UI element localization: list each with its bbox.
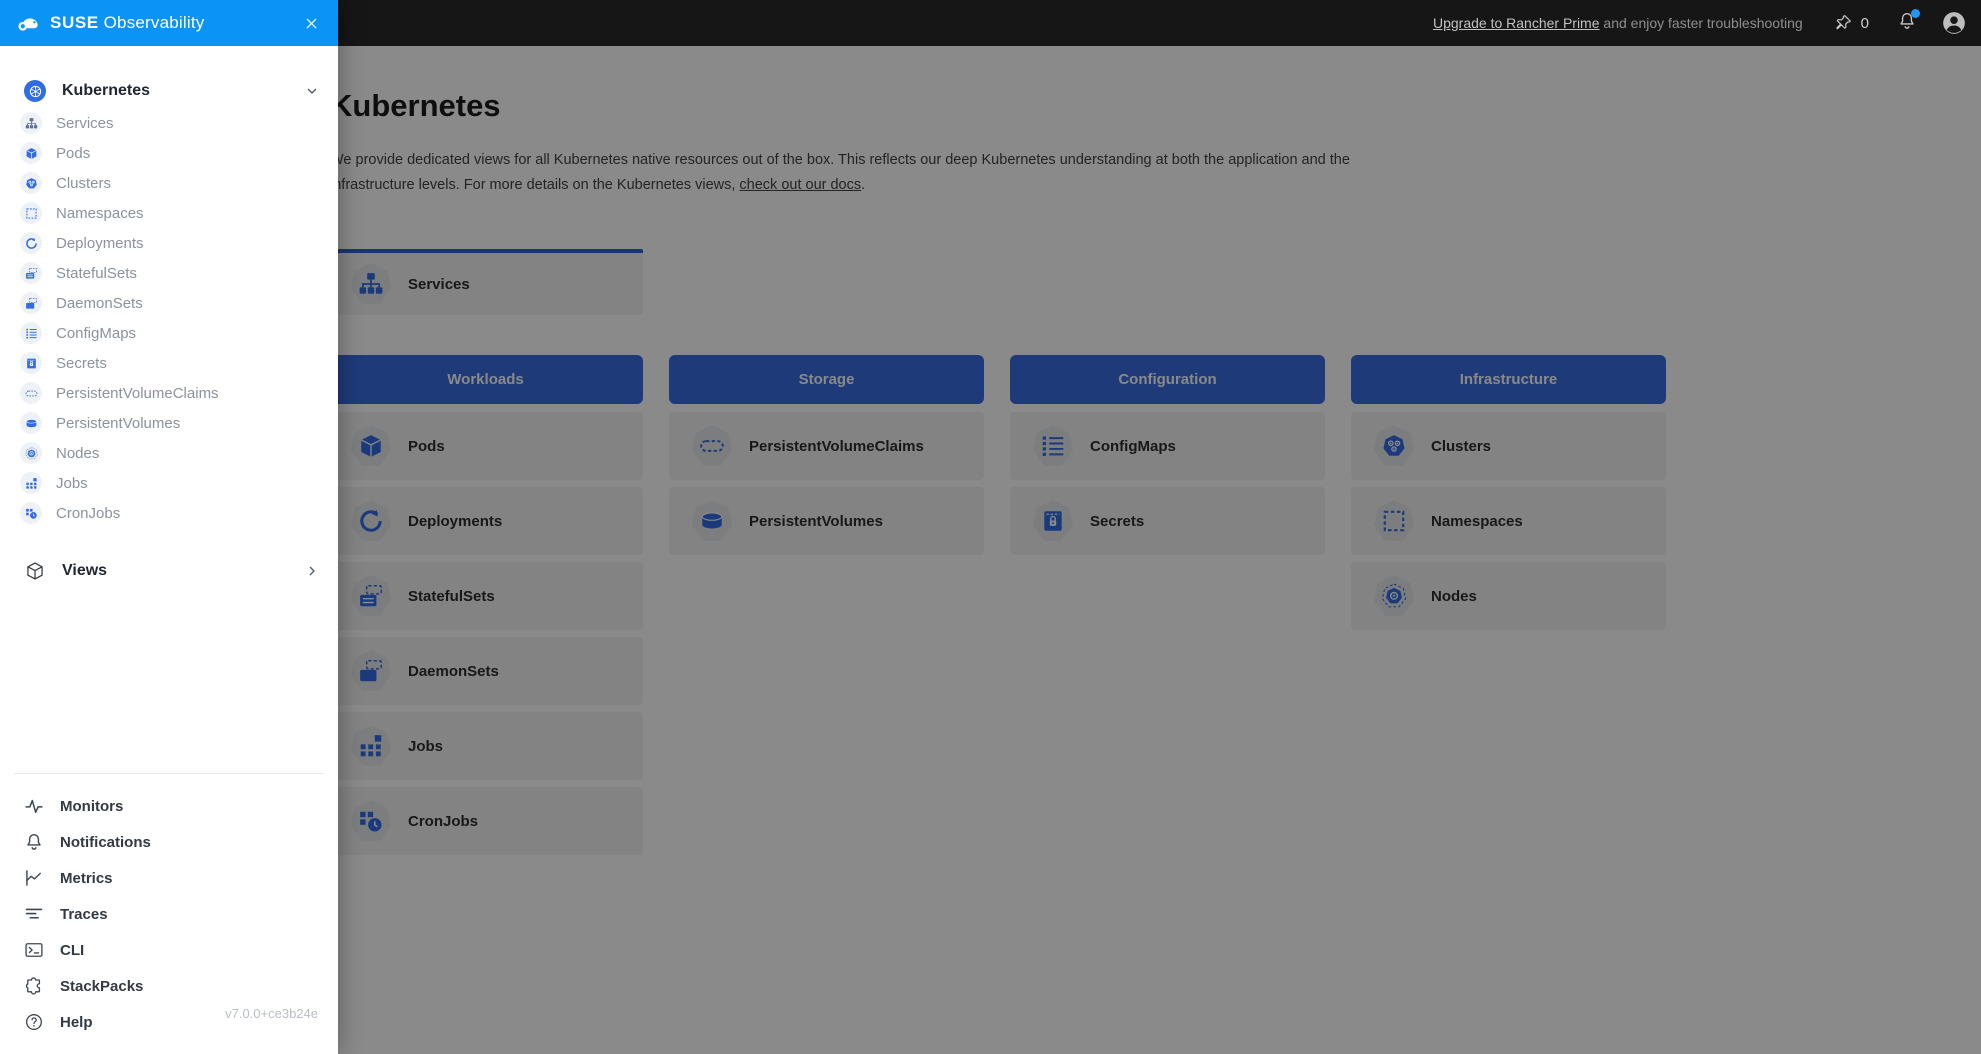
upgrade-rancher-prime-link[interactable]: Upgrade to Rancher Prime — [1433, 15, 1600, 31]
pin-icon[interactable] — [1833, 13, 1853, 33]
close-drawer-icon[interactable] — [303, 15, 320, 32]
sidebar-item-persistentvolumeclaims[interactable]: PersistentVolumeClaims — [0, 378, 338, 408]
metrics-icon — [24, 868, 44, 888]
sidebar-item-pods[interactable]: Pods — [0, 138, 338, 168]
sidebar-item-traces[interactable]: Traces — [0, 896, 338, 932]
sidebar-item-monitors[interactable]: Monitors — [0, 788, 338, 824]
sidebar-item-metrics[interactable]: Metrics — [0, 860, 338, 896]
chevron-right-icon[interactable] — [304, 563, 320, 579]
sidebar-item-label: Monitors — [60, 798, 123, 815]
sidebar-item-label: CLI — [60, 942, 84, 959]
upgrade-message: Upgrade to Rancher Prime and enjoy faste… — [1433, 15, 1803, 31]
sidebar-views-label: Views — [62, 562, 107, 580]
version-label: v7.0.0+ce3b24e — [225, 1006, 318, 1021]
navigation-drawer: SUSE Observability Kubernetes Services Po… — [0, 0, 338, 1054]
sidebar-item-stackpacks[interactable]: StackPacks — [0, 968, 338, 1004]
stackpacks-icon — [24, 976, 44, 996]
sidebar-item-namespaces[interactable]: Namespaces — [0, 198, 338, 228]
sidebar-item-label: ConfigMaps — [56, 325, 136, 342]
cli-icon — [24, 940, 44, 960]
sidebar-item-label: StatefulSets — [56, 265, 137, 282]
deployments-icon — [20, 232, 42, 254]
views-icon — [24, 561, 46, 581]
brand-title: SUSE Observability — [50, 13, 204, 33]
sidebar-item-persistentvolumes[interactable]: PersistentVolumes — [0, 408, 338, 438]
sidebar-item-label: StackPacks — [60, 978, 143, 995]
sidebar-item-label: Services — [56, 115, 114, 132]
sidebar-item-views[interactable]: Views — [0, 554, 338, 588]
sidebar-item-statefulsets[interactable]: StatefulSets — [0, 258, 338, 288]
upgrade-message-rest: and enjoy faster troubleshooting — [1600, 15, 1803, 31]
sidebar-item-label: PersistentVolumeClaims — [56, 385, 219, 402]
sidebar-item-label: Namespaces — [56, 205, 144, 222]
drawer-body: Kubernetes Services Pods Clusters Namespace… — [0, 46, 338, 1054]
monitors-icon — [24, 796, 44, 816]
sidebar-item-label: Traces — [60, 906, 108, 923]
sidebar-item-services[interactable]: Services — [0, 108, 338, 138]
sidebar-item-kubernetes[interactable]: Kubernetes — [0, 74, 338, 108]
sidebar-item-notifications[interactable]: Notifications — [0, 824, 338, 860]
brand-observability: Observability — [99, 13, 205, 32]
drawer-header: SUSE Observability — [0, 0, 338, 46]
sidebar-kubernetes-label: Kubernetes — [62, 82, 150, 100]
notifications-icon — [24, 832, 44, 852]
secrets-icon — [20, 352, 42, 374]
namespaces-icon — [20, 202, 42, 224]
sidebar-item-label: Pods — [56, 145, 90, 162]
sidebar-item-configmaps[interactable]: ConfigMaps — [0, 318, 338, 348]
services-icon — [20, 112, 42, 134]
sidebar-item-clusters[interactable]: Clusters — [0, 168, 338, 198]
sidebar-item-label: Jobs — [56, 475, 88, 492]
sidebar-divider — [14, 773, 324, 774]
sidebar-item-label: Secrets — [56, 355, 107, 372]
persistentvolumeclaims-icon — [20, 382, 42, 404]
notification-dot — [1911, 9, 1920, 18]
statefulsets-icon — [20, 262, 42, 284]
kubernetes-submenu: Services Pods Clusters Namespaces Deployment… — [0, 108, 338, 528]
user-avatar[interactable] — [1941, 10, 1967, 36]
pods-icon — [20, 142, 42, 164]
sidebar-item-cronjobs[interactable]: CronJobs — [0, 498, 338, 528]
sidebar-item-label: Notifications — [60, 834, 151, 851]
daemonsets-icon — [20, 292, 42, 314]
nodes-icon — [20, 442, 42, 464]
kubernetes-icon — [24, 80, 46, 102]
jobs-icon — [20, 472, 42, 494]
pin-count: 0 — [1861, 15, 1869, 32]
sidebar-item-label: Help — [60, 1014, 93, 1031]
sidebar-item-label: DaemonSets — [56, 295, 143, 312]
sidebar-item-secrets[interactable]: Secrets — [0, 348, 338, 378]
suse-chameleon-logo-icon — [16, 10, 42, 36]
sidebar-item-daemonsets[interactable]: DaemonSets — [0, 288, 338, 318]
sidebar-item-cli[interactable]: CLI — [0, 932, 338, 968]
cronjobs-icon — [20, 502, 42, 524]
sidebar-spacer — [0, 588, 338, 773]
clusters-icon — [20, 172, 42, 194]
sidebar-item-label: Clusters — [56, 175, 111, 192]
sidebar-item-label: Deployments — [56, 235, 144, 252]
chevron-down-icon[interactable] — [304, 83, 320, 99]
traces-icon — [24, 904, 44, 924]
sidebar-item-label: Nodes — [56, 445, 99, 462]
sidebar-item-deployments[interactable]: Deployments — [0, 228, 338, 258]
sidebar-item-label: Metrics — [60, 870, 113, 887]
sidebar-item-jobs[interactable]: Jobs — [0, 468, 338, 498]
sidebar-item-label: CronJobs — [56, 505, 120, 522]
brand-suse: SUSE — [50, 13, 99, 32]
configmaps-icon — [20, 322, 42, 344]
help-icon — [24, 1012, 44, 1032]
persistentvolumes-icon — [20, 412, 42, 434]
sidebar-item-nodes[interactable]: Nodes — [0, 438, 338, 468]
sidebar-item-label: PersistentVolumes — [56, 415, 180, 432]
